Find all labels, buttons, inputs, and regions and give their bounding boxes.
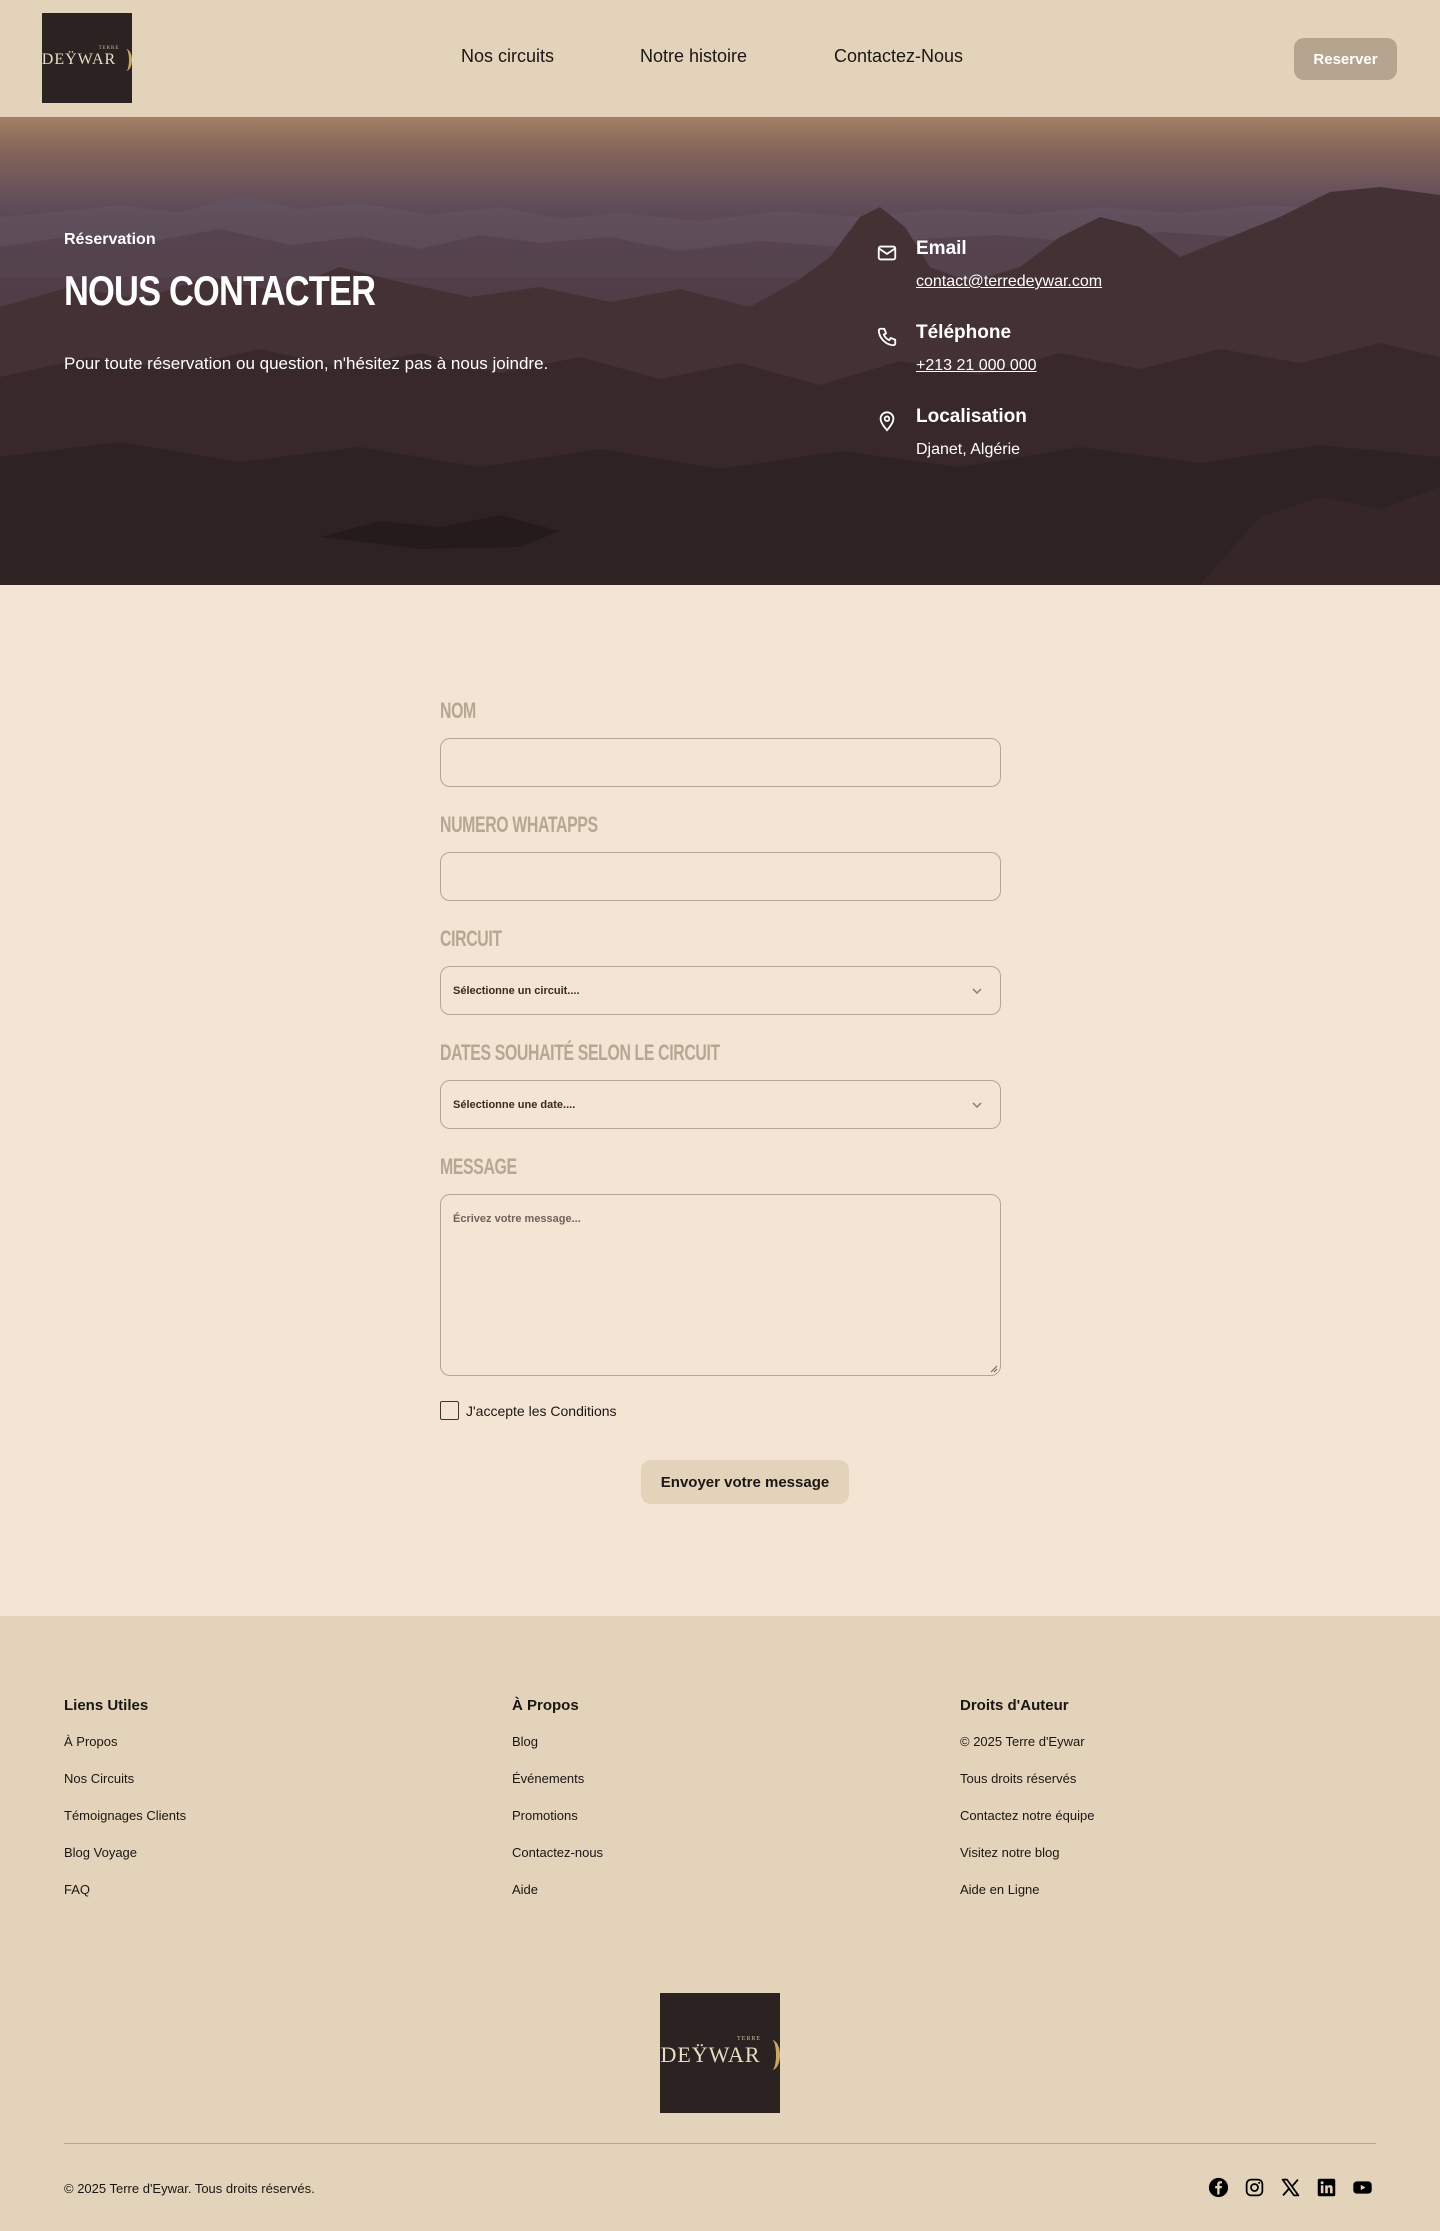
footer-divider: [64, 2143, 1376, 2144]
footer-logo[interactable]: TERRE DEŸWAR: [660, 1993, 780, 2113]
linkedin-icon[interactable]: [1316, 2177, 1337, 2198]
terms-row: J'accepte les Conditions: [440, 1401, 617, 1420]
footer-link[interactable]: Événements: [512, 1770, 603, 1807]
nav-link-contact[interactable]: Contactez-Nous: [834, 46, 963, 67]
logo-main: DEŸWAR: [660, 2040, 780, 2070]
footer-link[interactable]: Nos Circuits: [64, 1770, 186, 1807]
footer-link[interactable]: À Propos: [64, 1733, 186, 1770]
location-pin-icon: [879, 411, 895, 432]
footer-link[interactable]: Témoignages Clients: [64, 1807, 186, 1844]
dates-select[interactable]: Sélectionne une date....: [440, 1080, 1001, 1129]
footer-link[interactable]: Contactez notre équipe: [960, 1807, 1094, 1844]
message-placeholder: Écrivez votre message...: [453, 1213, 581, 1225]
youtube-icon[interactable]: [1352, 2177, 1373, 2198]
site-header: TERRE DEŸWAR Nos circuits Notre histoire…: [0, 0, 1440, 117]
nav-link-histoire[interactable]: Notre histoire: [640, 46, 747, 67]
footer-link[interactable]: Aide en Ligne: [960, 1881, 1094, 1918]
terms-checkbox[interactable]: [440, 1401, 459, 1420]
footer-text: © 2025 Terre d'Eywar: [960, 1734, 1085, 1749]
footer-link[interactable]: Contactez-nous: [512, 1844, 603, 1881]
footer-link[interactable]: Promotions: [512, 1807, 603, 1844]
contact-phone-link[interactable]: +213 21 000 000: [916, 357, 1037, 375]
whatsapp-input[interactable]: [440, 852, 1001, 901]
name-label: NOM: [440, 698, 476, 723]
crescent-moon-icon: [120, 48, 133, 71]
crescent-moon-icon: [764, 2040, 780, 2070]
footer-column-liens: Liens Utiles À Propos Nos Circuits Témoi…: [64, 1697, 186, 1918]
footer-column-title: Liens Utiles: [64, 1697, 149, 1714]
footer-column-title: À Propos: [512, 1697, 579, 1714]
logo-main-text: DEŸWAR: [41, 50, 117, 68]
hero-banner: Réservation NOUS CONTACTER Pour toute ré…: [0, 117, 1440, 585]
x-icon[interactable]: [1280, 2177, 1301, 2198]
hero-subtitle: Pour toute réservation ou question, n'hé…: [64, 354, 549, 373]
contact-email-link[interactable]: contact@terredeywar.com: [916, 273, 1102, 291]
page-title: NOUS CONTACTER: [64, 267, 376, 314]
circuit-label: CIRCUIT: [440, 926, 502, 951]
nav-link-circuits[interactable]: Nos circuits: [461, 46, 554, 67]
terms-label[interactable]: J'accepte les Conditions: [466, 1403, 617, 1419]
facebook-icon[interactable]: [1208, 2177, 1229, 2198]
desert-landscape-image: [0, 117, 1440, 585]
circuit-select-placeholder: Sélectionne un circuit....: [453, 984, 580, 997]
chevron-down-icon: [972, 1102, 982, 1109]
message-label: MESSAGE: [440, 1154, 517, 1179]
contact-phone-label: Téléphone: [916, 322, 1012, 343]
mail-icon: [877, 245, 897, 261]
hero-eyebrow: Réservation: [64, 231, 156, 248]
dates-label: DATES SOUHAITÉ SELON LE CIRCUIT: [440, 1040, 720, 1065]
contact-location-value: Djanet, Algérie: [916, 441, 1021, 458]
footer-column-apropos: À Propos Blog Événements Promotions Cont…: [512, 1697, 603, 1918]
resize-grip-icon[interactable]: [989, 1364, 998, 1373]
reservation-form: NOM NUMERO WHATAPPS CIRCUIT Sélectionne …: [0, 585, 1440, 1616]
send-message-button[interactable]: Envoyer votre message: [641, 1460, 849, 1504]
footer-link[interactable]: Aide: [512, 1881, 603, 1918]
footer-link[interactable]: Blog Voyage: [64, 1844, 186, 1881]
whatsapp-label: NUMERO WHATAPPS: [440, 812, 598, 837]
dates-select-placeholder: Sélectionne une date....: [453, 1098, 576, 1111]
message-textarea[interactable]: Écrivez votre message...: [440, 1194, 1001, 1376]
instagram-icon[interactable]: [1244, 2177, 1265, 2198]
footer-column-droits: Droits d'Auteur © 2025 Terre d'Eywar Tou…: [960, 1697, 1094, 1918]
brand-logo[interactable]: TERRE DEŸWAR: [41, 13, 133, 103]
footer-link[interactable]: FAQ: [64, 1881, 186, 1918]
footer-link[interactable]: Visitez notre blog: [960, 1844, 1094, 1881]
chevron-down-icon: [972, 988, 982, 995]
reserve-button[interactable]: Reserver: [1294, 38, 1397, 80]
name-input[interactable]: [440, 738, 1001, 787]
contact-location-label: Localisation: [916, 406, 1027, 427]
circuit-select[interactable]: Sélectionne un circuit....: [440, 966, 1001, 1015]
phone-icon: [877, 327, 897, 347]
footer-column-title: Droits d'Auteur: [960, 1697, 1069, 1714]
site-footer: Liens Utiles À Propos Nos Circuits Témoi…: [0, 1616, 1440, 2231]
logo-main: DEŸWAR: [41, 48, 133, 71]
footer-copyright: © 2025 Terre d'Eywar. Tous droits réserv…: [64, 2181, 315, 2196]
footer-link[interactable]: Blog: [512, 1733, 603, 1770]
social-links: [1208, 2177, 1373, 2198]
logo-main-text: DEŸWAR: [660, 2042, 761, 2067]
contact-email-label: Email: [916, 238, 967, 259]
footer-text: Tous droits réservés: [960, 1771, 1077, 1786]
